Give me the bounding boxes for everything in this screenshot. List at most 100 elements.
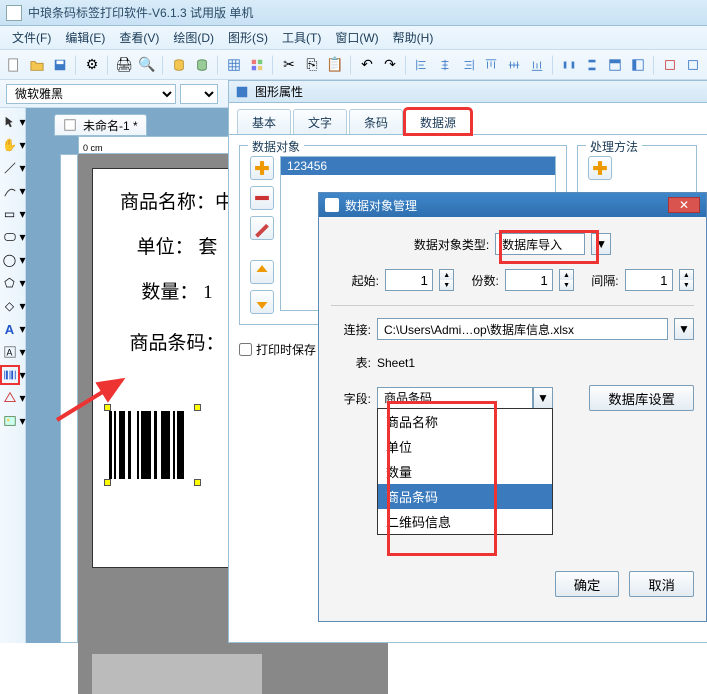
pointer-icon[interactable]: [0, 112, 20, 132]
dropdown-item[interactable]: 商品名称: [378, 409, 552, 434]
font-size-select[interactable]: [180, 84, 218, 104]
preview-icon[interactable]: 🔍: [137, 55, 157, 75]
roundrect-icon[interactable]: [0, 227, 20, 247]
tab-basic[interactable]: 基本: [237, 109, 291, 134]
menu-edit[interactable]: 编辑(E): [59, 27, 111, 48]
dist-v-icon[interactable]: [582, 55, 602, 75]
start-spinner[interactable]: ▲▼: [439, 269, 454, 291]
app-title: 中琅条码标签打印软件-V6.1.3 试用版 单机: [28, 4, 253, 21]
new-icon[interactable]: [4, 55, 24, 75]
print-save-checkbox[interactable]: [239, 343, 252, 356]
ellipse-icon[interactable]: ◯: [0, 250, 20, 270]
conn-combo-button[interactable]: ▼: [674, 318, 694, 340]
menu-window[interactable]: 窗口(W): [329, 27, 384, 48]
gap-input[interactable]: [625, 269, 673, 291]
doc-tab-label: 未命名-1 *: [83, 117, 138, 134]
shape2-icon[interactable]: [0, 388, 20, 408]
svg-text:A: A: [6, 348, 12, 358]
align-bot-icon[interactable]: [527, 55, 547, 75]
document-tab[interactable]: 未命名-1 *: [54, 114, 147, 136]
misc1-icon[interactable]: [660, 55, 680, 75]
dropdown-item[interactable]: 商品条码: [378, 484, 552, 509]
edit-button[interactable]: [250, 216, 274, 240]
caret-icon[interactable]: ▾: [20, 112, 26, 132]
paste-icon[interactable]: 📋: [325, 55, 345, 75]
dialog-title: 图形属性: [255, 83, 303, 100]
dist-h-icon[interactable]: [559, 55, 579, 75]
move-down-button[interactable]: [250, 290, 274, 314]
type-combo-button[interactable]: ▼: [591, 233, 611, 255]
image-icon[interactable]: [0, 411, 20, 431]
cancel-button[interactable]: 取消: [629, 571, 694, 597]
print-icon[interactable]: 🖨: [114, 55, 134, 75]
dialog2-header[interactable]: 数据对象管理 ✕: [319, 193, 706, 217]
db2-icon[interactable]: [192, 55, 212, 75]
separator: [653, 55, 655, 75]
copies-input[interactable]: [505, 269, 553, 291]
remove-button[interactable]: [250, 186, 274, 210]
misc2-icon[interactable]: [683, 55, 703, 75]
curve-icon[interactable]: [0, 181, 20, 201]
annotation-arrow: [52, 370, 132, 430]
cut-icon[interactable]: ✂: [279, 55, 299, 75]
line-icon[interactable]: [0, 158, 20, 178]
grid-icon[interactable]: [224, 55, 244, 75]
polygon-icon[interactable]: ⬠: [0, 273, 20, 293]
db-settings-button[interactable]: 数据库设置: [589, 385, 694, 411]
copies-spinner[interactable]: ▲▼: [559, 269, 574, 291]
menu-view[interactable]: 查看(V): [113, 27, 165, 48]
copy-icon[interactable]: ⎘: [302, 55, 322, 75]
hand-icon[interactable]: ✋: [0, 135, 20, 155]
conn-combo[interactable]: C:\Users\Admi…op\数据库信息.xlsx: [377, 318, 668, 340]
type-combo[interactable]: 数据库导入: [495, 233, 585, 255]
font-select[interactable]: 微软雅黑: [6, 84, 176, 104]
tab-barcode[interactable]: 条码: [349, 109, 403, 134]
dropdown-item[interactable]: 二维码信息: [378, 509, 552, 534]
grid2-icon[interactable]: [247, 55, 267, 75]
move-up-button[interactable]: [250, 260, 274, 284]
resize-handle[interactable]: [104, 479, 111, 486]
field-combo[interactable]: 商品条码: [377, 387, 533, 409]
open-icon[interactable]: [27, 55, 47, 75]
dialog2-icon: [325, 198, 339, 212]
menu-file[interactable]: 文件(F): [6, 27, 57, 48]
align-right-icon[interactable]: [458, 55, 478, 75]
menu-tool[interactable]: 工具(T): [276, 27, 327, 48]
richtext-icon[interactable]: A: [0, 342, 20, 362]
save-icon[interactable]: [50, 55, 70, 75]
text-icon[interactable]: A: [0, 319, 20, 339]
menu-help[interactable]: 帮助(H): [387, 27, 440, 48]
table-value: Sheet1: [377, 356, 415, 370]
resize-handle[interactable]: [194, 404, 201, 411]
redo-icon[interactable]: ↷: [380, 55, 400, 75]
method-add-button[interactable]: [588, 156, 612, 180]
align-top-icon[interactable]: [481, 55, 501, 75]
layout2-icon[interactable]: [628, 55, 648, 75]
dialog-header[interactable]: 图形属性: [229, 81, 707, 103]
field-combo-button[interactable]: ▼: [533, 387, 553, 409]
dropdown-item[interactable]: 单位: [378, 434, 552, 459]
db-icon[interactable]: [169, 55, 189, 75]
align-center-icon[interactable]: [435, 55, 455, 75]
barcode-icon[interactable]: [0, 365, 20, 385]
gap-spinner[interactable]: ▲▼: [679, 269, 694, 291]
rect-icon[interactable]: ▭: [0, 204, 20, 224]
close-button[interactable]: ✕: [668, 197, 700, 213]
tab-datasource[interactable]: 数据源: [405, 109, 471, 134]
gear-icon[interactable]: ⚙: [82, 55, 102, 75]
list-item[interactable]: 123456: [281, 157, 555, 175]
align-left-icon[interactable]: [412, 55, 432, 75]
align-mid-icon[interactable]: [504, 55, 524, 75]
layout1-icon[interactable]: [605, 55, 625, 75]
resize-handle[interactable]: [194, 479, 201, 486]
diamond-icon[interactable]: ◇: [0, 296, 20, 316]
add-button[interactable]: [250, 156, 274, 180]
menu-draw[interactable]: 绘图(D): [167, 27, 220, 48]
ok-button[interactable]: 确定: [555, 571, 620, 597]
undo-icon[interactable]: ↶: [357, 55, 377, 75]
tab-text[interactable]: 文字: [293, 109, 347, 134]
divider: [331, 305, 694, 306]
start-input[interactable]: [385, 269, 433, 291]
dropdown-item[interactable]: 数量: [378, 459, 552, 484]
menu-shape[interactable]: 图形(S): [222, 27, 274, 48]
